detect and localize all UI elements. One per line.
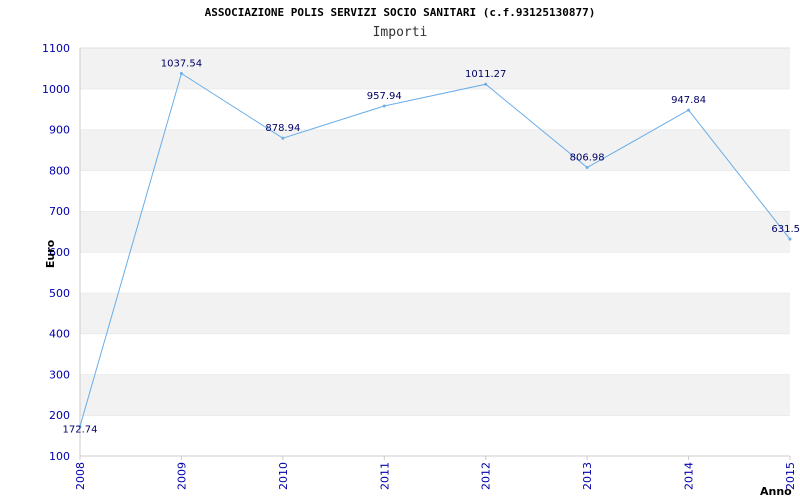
- data-label: 1037.54: [161, 58, 202, 69]
- data-label: 957.94: [367, 91, 402, 102]
- x-tick-label: 2011: [378, 462, 391, 490]
- grid-band: [80, 292, 790, 334]
- data-label: 878.94: [265, 123, 300, 134]
- x-tick-label: 2010: [277, 462, 290, 490]
- grid-band: [80, 252, 790, 293]
- y-tick-label: 700: [49, 205, 70, 218]
- line-chart: 100200300400500600700800900100011002008 2…: [42, 42, 800, 498]
- data-point: [281, 136, 285, 140]
- data-label: 806.98: [570, 153, 605, 164]
- y-tick-label: 900: [49, 124, 70, 137]
- y-tick-label: 1100: [42, 42, 70, 55]
- y-tick-label: 500: [49, 287, 70, 300]
- data-point: [484, 82, 488, 86]
- data-label: 172.74: [63, 424, 98, 435]
- grid-band: [80, 170, 790, 212]
- x-axis-title: Anno: [760, 485, 792, 498]
- grid-band: [80, 211, 790, 252]
- y-tick-label: 300: [49, 368, 70, 381]
- x-tick-label: 2008: [74, 462, 87, 490]
- y-tick-label: 400: [49, 328, 70, 341]
- y-axis-title: Euro: [44, 239, 57, 268]
- data-point: [788, 237, 792, 241]
- x-tick-label: 2013: [581, 462, 594, 490]
- grid-band: [80, 129, 790, 171]
- data-point: [382, 104, 386, 108]
- data-point: [687, 108, 691, 112]
- data-point: [179, 71, 183, 75]
- y-tick-label: 100: [49, 450, 70, 463]
- grid-band: [80, 415, 790, 456]
- x-tick-label: 2009: [175, 462, 188, 490]
- grid-band: [80, 333, 790, 375]
- x-tick-label: 2012: [480, 462, 493, 490]
- data-label: 947.84: [671, 95, 706, 106]
- data-label: 631.5: [771, 224, 800, 235]
- data-label: 1011.27: [465, 69, 506, 80]
- grid-band: [80, 374, 790, 416]
- data-point: [585, 166, 589, 170]
- y-tick-label: 800: [49, 164, 70, 177]
- x-tick-label: 2014: [683, 462, 696, 490]
- y-tick-label: 200: [49, 409, 70, 422]
- y-tick-label: 1000: [42, 83, 70, 96]
